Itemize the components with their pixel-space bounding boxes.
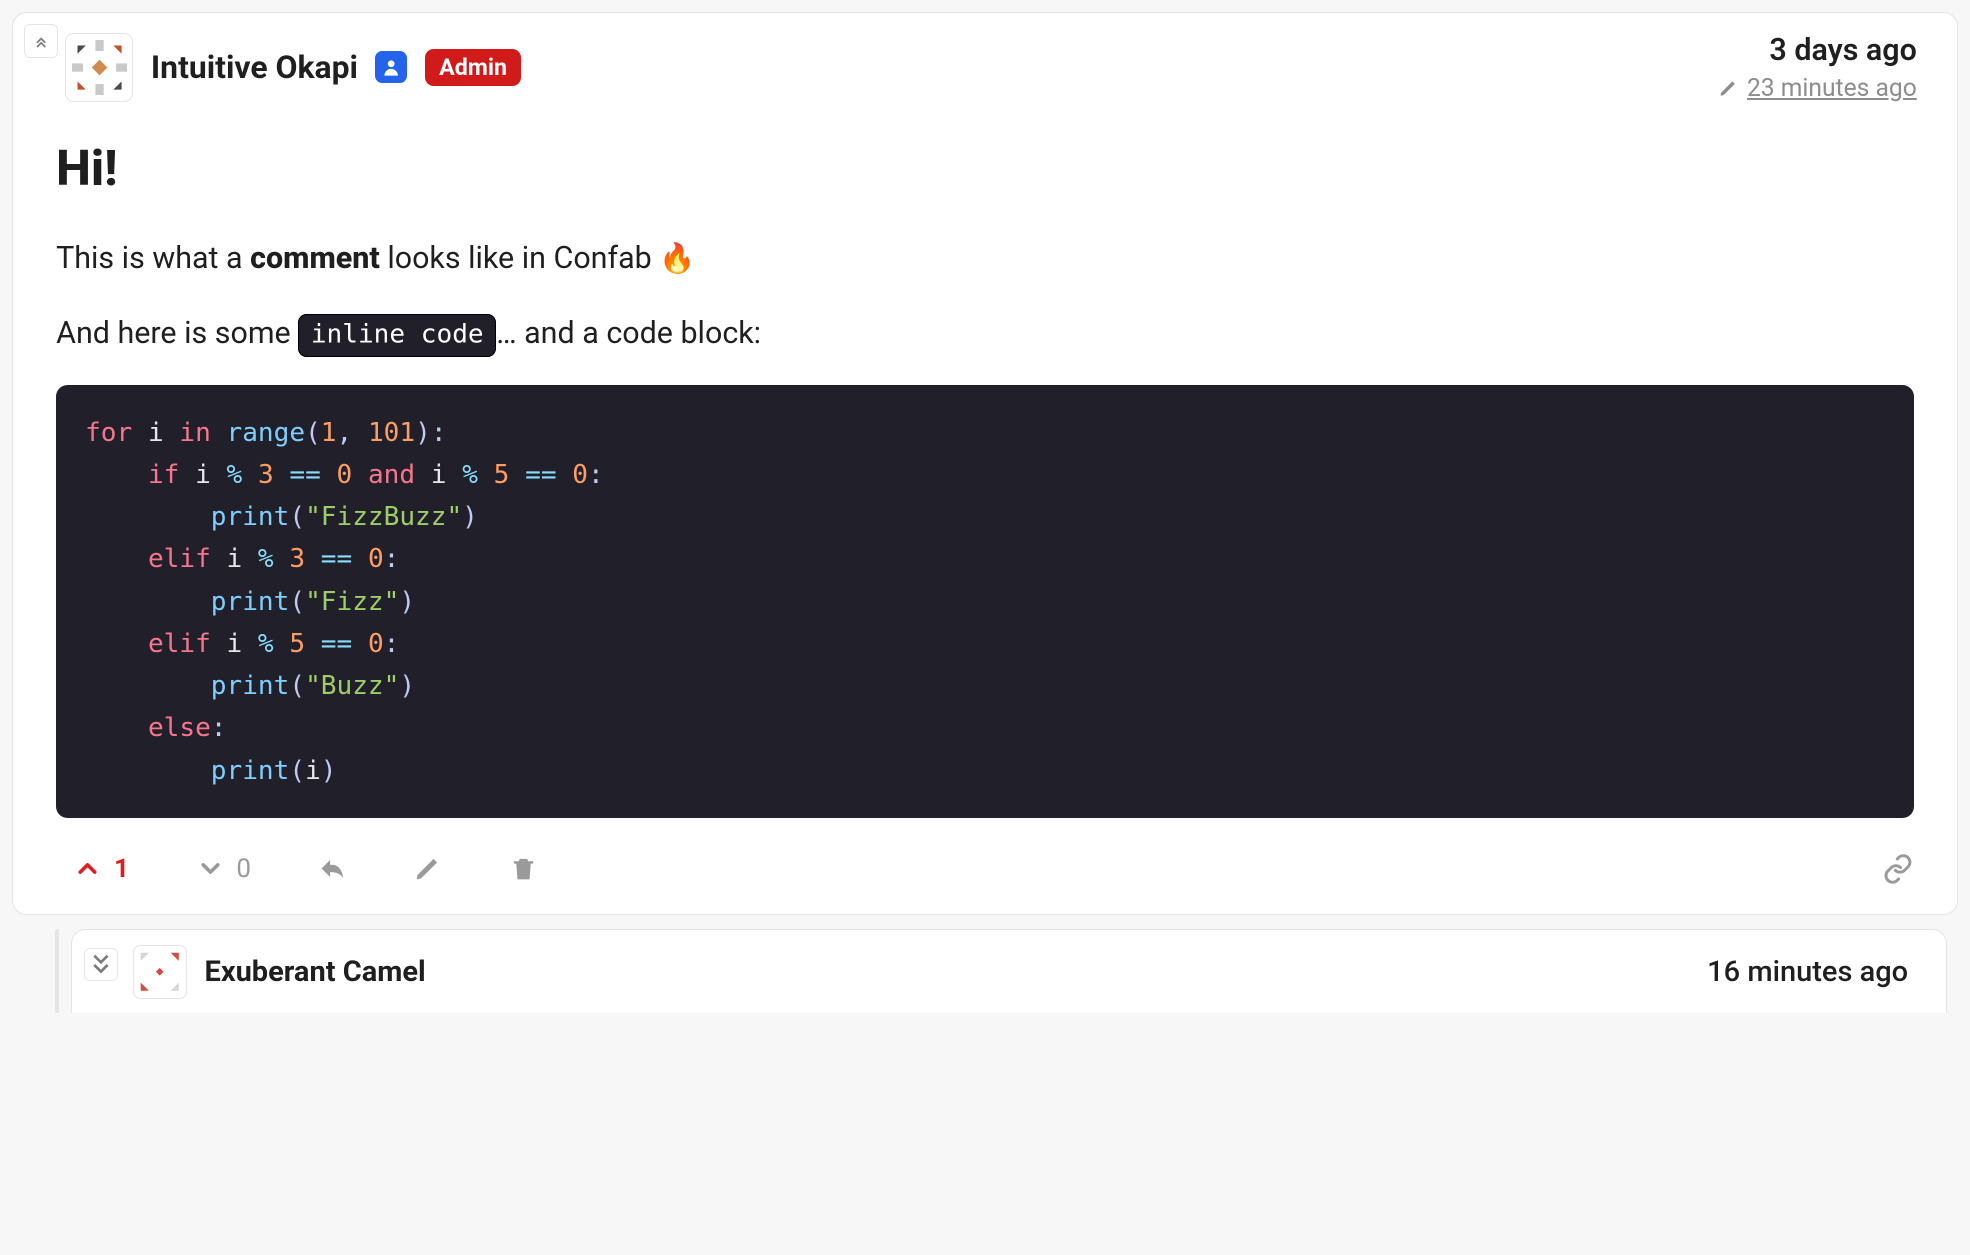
role-badge: Admin (425, 49, 522, 86)
action-bar: 1 0 (13, 838, 1958, 884)
bold-text: comment (250, 241, 380, 276)
comment-meta: 3 days ago 23 minutes ago (1718, 33, 1917, 103)
comment-paragraph-2: And here is some inline code… and a code… (56, 311, 1914, 357)
author-name[interactable]: Exuberant Camel (205, 955, 426, 989)
permalink-button[interactable] (1882, 853, 1914, 885)
avatar[interactable] (133, 945, 187, 999)
code-block: for i in range(1, 101): if i % 3 == 0 an… (56, 385, 1914, 818)
chevrons-down-icon (85, 949, 117, 981)
downvote-count: 0 (236, 854, 251, 884)
reply-button[interactable] (318, 854, 347, 883)
user-badge[interactable] (375, 51, 407, 83)
pencil-icon (1718, 78, 1738, 98)
comment-body: Hi! This is what a comment looks like in… (13, 114, 1958, 818)
author-row: Exuberant Camel (133, 945, 426, 999)
upvote-count: 1 (114, 854, 129, 884)
reply-card: Exuberant Camel 16 minutes ago (71, 929, 1947, 1013)
upvote-button[interactable]: 1 (73, 854, 129, 884)
posted-time[interactable]: 16 minutes ago (1707, 955, 1908, 989)
avatar-identicon-icon (72, 40, 127, 95)
collapse-button[interactable] (24, 24, 58, 58)
pencil-icon (413, 854, 442, 883)
reply-header: Exuberant Camel 16 minutes ago (72, 930, 1946, 1013)
person-icon (381, 57, 401, 77)
trash-icon (509, 854, 538, 883)
comment-heading: Hi! (56, 140, 1914, 198)
comment-header: Intuitive Okapi Admin 3 days ago 23 minu… (13, 13, 1958, 115)
text-segment: looks like in Confab (380, 241, 660, 276)
inline-code: inline code (298, 314, 496, 356)
avatar[interactable] (65, 33, 134, 102)
thread-line (55, 929, 59, 1013)
author-name[interactable]: Intuitive Okapi (151, 48, 358, 86)
fire-emoji-icon: 🔥 (659, 242, 695, 276)
downvote-button[interactable]: 0 (196, 854, 251, 884)
text-segment: … and a code block: (496, 316, 761, 351)
collapse-button[interactable] (84, 948, 118, 982)
posted-time[interactable]: 3 days ago (1769, 33, 1916, 68)
avatar-identicon-icon (138, 950, 182, 994)
link-icon (1882, 853, 1914, 885)
edited-time[interactable]: 23 minutes ago (1718, 74, 1917, 103)
comment-paragraph-1: This is what a comment looks like in Con… (56, 236, 1914, 282)
chevron-up-icon (73, 854, 102, 883)
chevrons-up-icon (31, 31, 51, 51)
text-segment: This is what a (56, 241, 250, 276)
reply-icon (318, 854, 347, 883)
author-row: Intuitive Okapi Admin (65, 33, 522, 102)
chevron-down-icon (196, 854, 225, 883)
comment-card: Intuitive Okapi Admin 3 days ago 23 minu… (12, 12, 1959, 915)
edited-time-text: 23 minutes ago (1747, 74, 1917, 103)
edit-button[interactable] (413, 854, 442, 883)
delete-button[interactable] (509, 854, 538, 883)
text-segment: And here is some (56, 316, 298, 351)
reply-thread: Exuberant Camel 16 minutes ago (12, 915, 1959, 1014)
